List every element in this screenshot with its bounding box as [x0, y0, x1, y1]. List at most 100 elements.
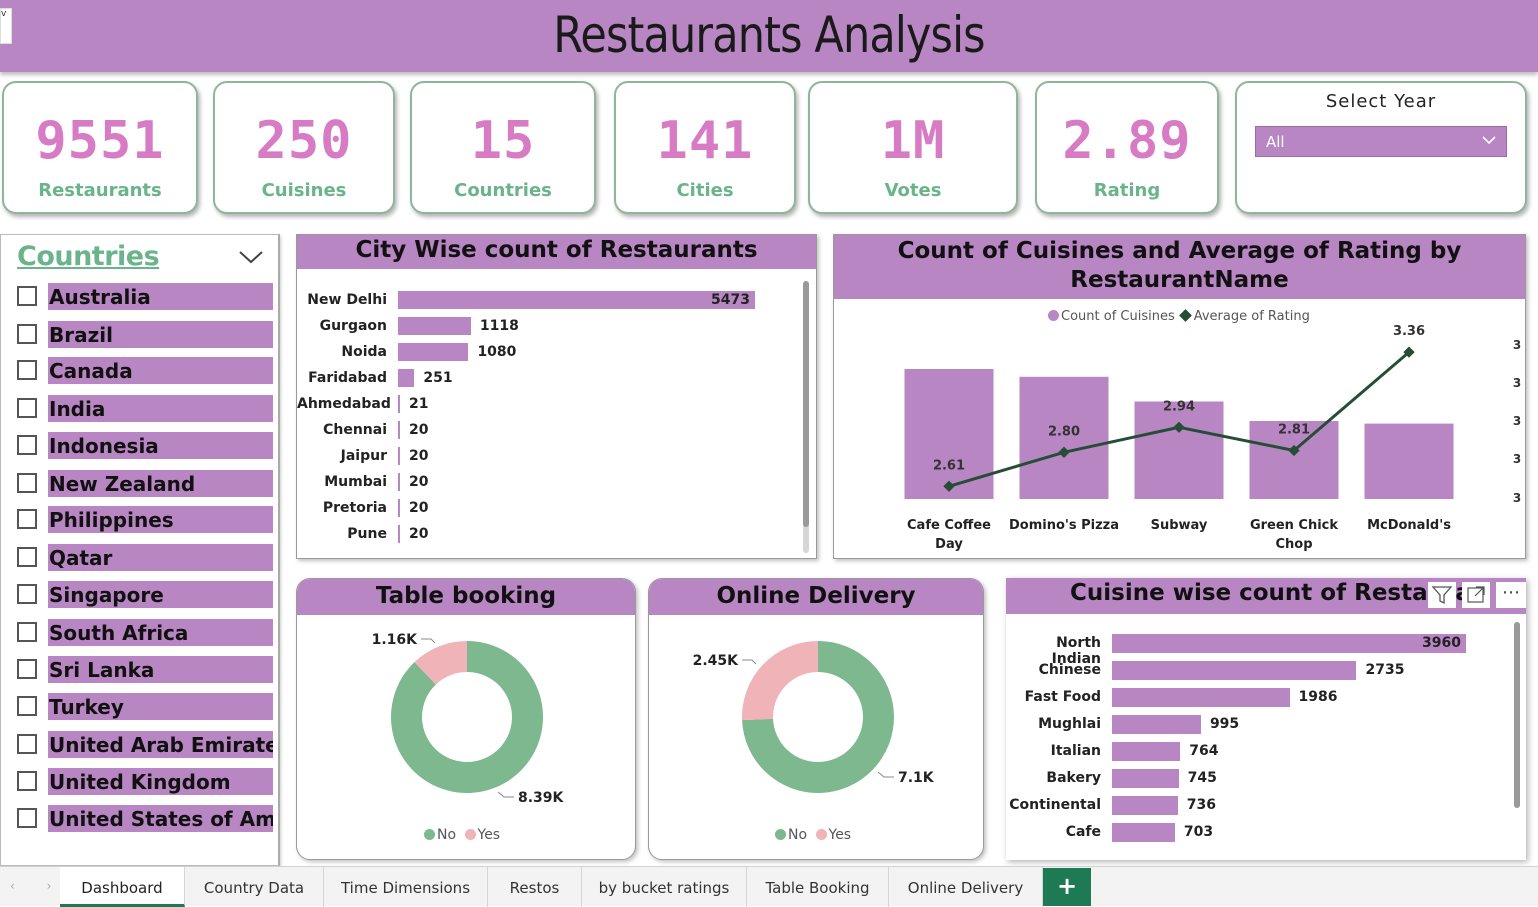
checkbox[interactable] [17, 584, 37, 604]
bar[interactable] [398, 421, 400, 439]
bar[interactable] [398, 499, 400, 517]
combo-bar[interactable] [1134, 401, 1224, 500]
data-label: 21 [409, 396, 429, 412]
country-option[interactable]: South Africa [17, 619, 273, 646]
country-option[interactable]: New Zealand [17, 470, 273, 497]
checkbox[interactable] [17, 360, 37, 380]
checkbox[interactable] [17, 696, 37, 716]
add-page-button[interactable]: + [1043, 868, 1091, 906]
bar[interactable] [398, 369, 415, 387]
bar[interactable] [1112, 796, 1178, 815]
country-option[interactable]: Brazil [17, 321, 273, 348]
tab-dashboard[interactable]: Dashboard [60, 867, 185, 907]
category-label: Day [935, 537, 963, 552]
country-option-label: New Zealand [48, 470, 273, 497]
bar[interactable] [1112, 688, 1290, 707]
country-option-label: Australia [48, 283, 273, 310]
city-chart-panel: City Wise count of Restaurants New Delhi… [296, 234, 817, 559]
chevron-down-icon [1482, 136, 1496, 145]
country-option[interactable]: India [17, 395, 273, 422]
chevron-down-icon[interactable] [239, 249, 263, 265]
bar[interactable] [398, 343, 469, 361]
category-label: Chinese [1038, 662, 1101, 678]
checkbox[interactable] [17, 473, 37, 493]
data-label: 20 [409, 448, 429, 464]
checkbox[interactable] [17, 324, 37, 344]
category-label: Ahmedabad [297, 396, 391, 412]
country-option[interactable]: Turkey [17, 693, 273, 720]
checkbox[interactable] [17, 398, 37, 418]
tab-restos[interactable]: Restos [488, 867, 582, 907]
collapse-tab[interactable]: v [0, 8, 12, 44]
tab-time-dimensions[interactable]: Time Dimensions [324, 867, 488, 907]
page-title: Restaurants Analysis [553, 6, 985, 64]
country-option[interactable]: United Kingdom [17, 768, 273, 795]
category-label: Jaipur [340, 448, 387, 464]
bar[interactable] [398, 317, 471, 335]
page-nav-arrows[interactable]: ‹ › [10, 879, 65, 893]
filter-icon[interactable] [1428, 582, 1456, 608]
scrollbar-thumb[interactable] [803, 281, 809, 527]
country-option[interactable]: Sri Lanka [17, 656, 273, 683]
data-label: 20 [409, 422, 429, 438]
kpi-card-votes: 1M Votes [808, 81, 1018, 214]
bar[interactable] [398, 473, 400, 491]
checkbox[interactable] [17, 734, 37, 754]
bar[interactable] [1112, 634, 1466, 653]
category-label: Continental [1009, 797, 1101, 813]
cuisine-chart-scrollbar[interactable] [1514, 622, 1520, 808]
kpi-card-cuisines: 250 Cuisines [213, 81, 395, 214]
tab-online-delivery[interactable]: Online Delivery [889, 867, 1043, 907]
tab-by-bucket-ratings[interactable]: by bucket ratings [582, 867, 747, 907]
bar[interactable] [398, 395, 400, 413]
checkbox[interactable] [17, 771, 37, 791]
bar[interactable] [1112, 742, 1181, 761]
bar[interactable] [1112, 661, 1357, 680]
kpi-card-countries: 15 Countries [410, 81, 596, 214]
country-option[interactable]: United States of Am... [17, 805, 273, 832]
dashboard-header: Restaurants Analysis [0, 0, 1538, 72]
checkbox[interactable] [17, 435, 37, 455]
checkbox[interactable] [17, 622, 37, 642]
bar[interactable] [398, 525, 400, 543]
checkbox[interactable] [17, 547, 37, 567]
tab-table-booking[interactable]: Table Booking [747, 867, 889, 907]
country-option[interactable]: Australia [17, 283, 273, 310]
checkbox[interactable] [17, 659, 37, 679]
kpi-label: Restaurants [38, 180, 162, 201]
category-label: Subway [1151, 518, 1208, 533]
country-option[interactable]: Indonesia [17, 432, 273, 459]
category-label: Cafe Coffee [907, 518, 991, 533]
data-label: 20 [409, 474, 429, 490]
online-delivery-donut: 2.45K 7.1K [693, 641, 935, 793]
focus-mode-icon[interactable] [1462, 582, 1490, 608]
country-option[interactable]: Canada [17, 357, 273, 384]
scrollbar-thumb[interactable] [1514, 622, 1520, 808]
combo-bar[interactable] [904, 369, 994, 499]
kpi-value: 141 [656, 111, 754, 171]
category-label: Fast Food [1024, 689, 1101, 705]
country-option-label: Philippines [48, 506, 273, 533]
tab-country-data[interactable]: Country Data [185, 867, 324, 907]
bar[interactable] [1112, 823, 1175, 842]
donut-slice-yes[interactable] [742, 641, 818, 721]
checkbox[interactable] [17, 509, 37, 529]
country-option[interactable]: Singapore [17, 581, 273, 608]
country-option[interactable]: United Arab Emirates [17, 731, 273, 758]
category-label: Faridabad [308, 370, 387, 386]
bar[interactable] [398, 447, 400, 465]
bar[interactable] [398, 291, 755, 309]
country-option[interactable]: Philippines [17, 506, 273, 533]
checkbox[interactable] [17, 286, 37, 306]
category-label: Domino's Pizza [1009, 518, 1119, 533]
year-dropdown[interactable]: All [1255, 126, 1507, 157]
checkbox[interactable] [17, 808, 37, 828]
more-options-icon[interactable]: ⋯ [1496, 582, 1526, 608]
bar[interactable] [1112, 769, 1179, 788]
combo-bar[interactable] [1364, 423, 1454, 499]
country-option[interactable]: Qatar [17, 544, 273, 571]
combo-chart-plot: 2.61 2.80 2.94 2.81 3.36 Cafe Coffee Day Domino… [904, 324, 1521, 552]
bar[interactable] [1112, 715, 1201, 734]
city-chart-scrollbar[interactable] [803, 281, 809, 553]
legend-yes-marker [815, 829, 827, 840]
